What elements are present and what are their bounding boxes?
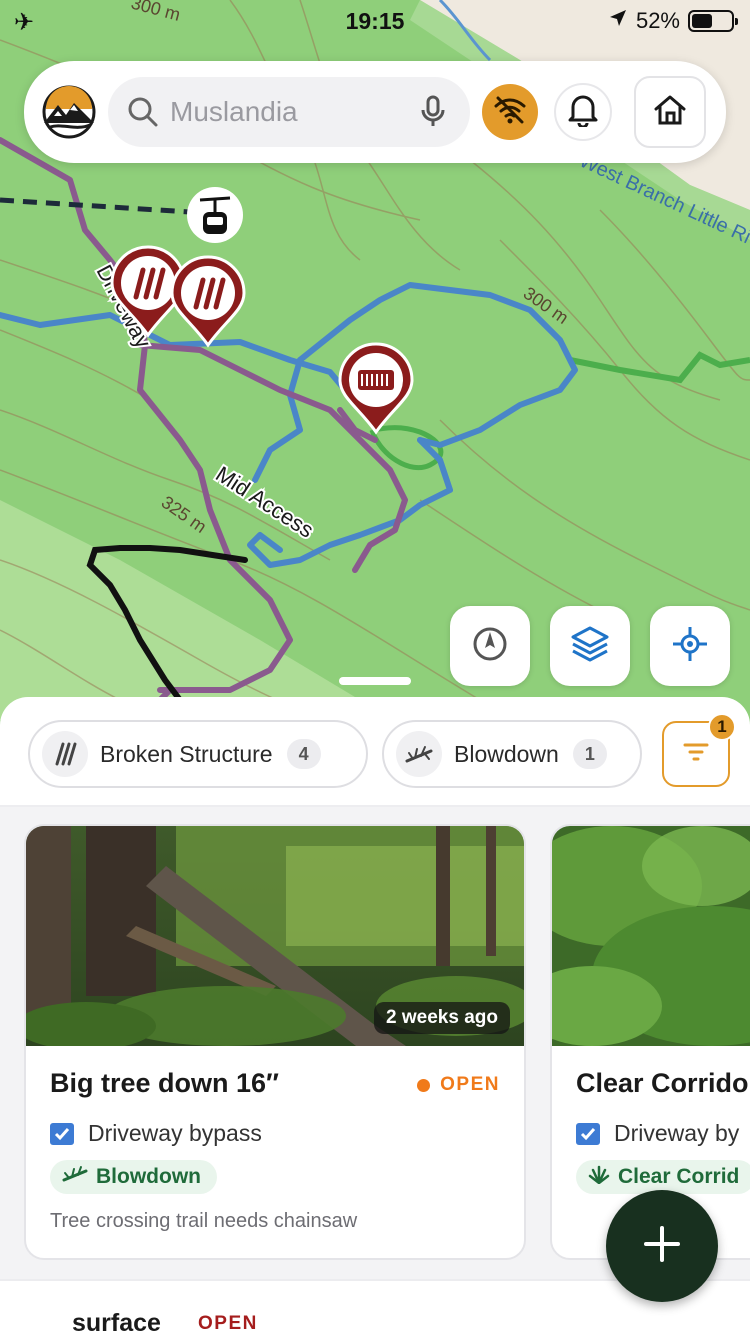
chip-label: Blowdown (454, 740, 559, 767)
gondola-icon[interactable] (187, 187, 243, 243)
trail-name-row: Driveway by (576, 1120, 739, 1147)
broken-structure-marker[interactable] (170, 255, 246, 348)
issue-title: surface (72, 1309, 161, 1334)
locate-me-button[interactable] (650, 606, 730, 686)
status-dot-icon (417, 1078, 431, 1092)
filter-chip-bar: Broken Structure 4 Blowdown 1 1 (0, 697, 750, 807)
notifications-button[interactable] (554, 83, 612, 141)
filter-chip-broken-structure[interactable]: Broken Structure 4 (28, 720, 368, 788)
filter-chip-blowdown[interactable]: Blowdown 1 (382, 720, 642, 788)
offline-toggle-button[interactable] (482, 84, 538, 140)
trail-name: Driveway by (614, 1120, 740, 1146)
trail-label-mid-access: Mid Access (211, 461, 318, 543)
broken-structure-icon (42, 731, 88, 777)
filter-icon (682, 741, 710, 768)
wifi-off-icon (493, 95, 527, 130)
status-text: OPEN (198, 1313, 258, 1334)
issue-title: Clear Corrido (576, 1068, 749, 1098)
add-issue-button[interactable] (606, 1190, 718, 1302)
status-bar: ✈ 19:15 52% (0, 0, 750, 44)
issue-type-label: Clear Corrid (618, 1165, 740, 1188)
layers-icon (570, 625, 610, 668)
battery-icon (688, 10, 738, 32)
battery-percent: 52% (635, 8, 680, 33)
app-logo[interactable] (40, 83, 98, 141)
trail-name-row: Driveway bypass (50, 1120, 262, 1147)
issue-photo (552, 826, 750, 1046)
trail-checkbox-icon (50, 1122, 74, 1145)
surface-marker[interactable] (338, 342, 414, 435)
microphone-icon[interactable] (420, 95, 446, 134)
search-field[interactable] (108, 77, 470, 147)
chip-count: 1 (572, 739, 607, 769)
plus-icon (642, 1224, 682, 1269)
home-icon (653, 94, 687, 131)
issue-card[interactable]: 2 weeks ago Big tree down 16″ OPEN Drive… (24, 824, 526, 1260)
issue-photo: 2 weeks ago (26, 826, 524, 1046)
trail-checkbox-icon (576, 1122, 600, 1145)
issue-description: Tree crossing trail needs chainsaw (50, 1210, 358, 1232)
trail-name: Driveway bypass (88, 1120, 262, 1146)
crosshair-icon (670, 624, 710, 669)
blowdown-icon (396, 731, 442, 777)
filter-button[interactable]: 1 (662, 713, 736, 787)
home-button[interactable] (634, 76, 706, 148)
top-search-bar (24, 61, 726, 163)
sheet-drag-handle[interactable] (339, 677, 411, 685)
bell-icon (567, 93, 599, 132)
contour-label-300: 300 m (520, 283, 572, 328)
location-arrow-icon (608, 8, 628, 34)
status-badge: OPEN (417, 1074, 500, 1096)
grass-icon (588, 1164, 610, 1190)
chip-label: Broken Structure (100, 740, 273, 767)
issue-title: Big tree down 16″ (50, 1068, 279, 1098)
layers-button[interactable] (550, 606, 630, 686)
active-filter-badge: 1 (708, 713, 736, 741)
blowdown-icon (62, 1164, 88, 1190)
time-ago-badge: 2 weeks ago (374, 1002, 510, 1034)
compass-icon (472, 626, 508, 667)
status-text: OPEN (440, 1074, 500, 1095)
issue-type-tag: Blowdown (50, 1160, 217, 1194)
compass-button[interactable] (450, 606, 530, 686)
search-input[interactable] (170, 91, 400, 133)
search-icon (126, 95, 160, 134)
issue-type-tag: Clear Corrid (576, 1160, 750, 1194)
issue-type-label: Blowdown (96, 1165, 201, 1188)
contour-label-325: 325 m (158, 492, 210, 537)
chip-count: 4 (286, 739, 321, 769)
